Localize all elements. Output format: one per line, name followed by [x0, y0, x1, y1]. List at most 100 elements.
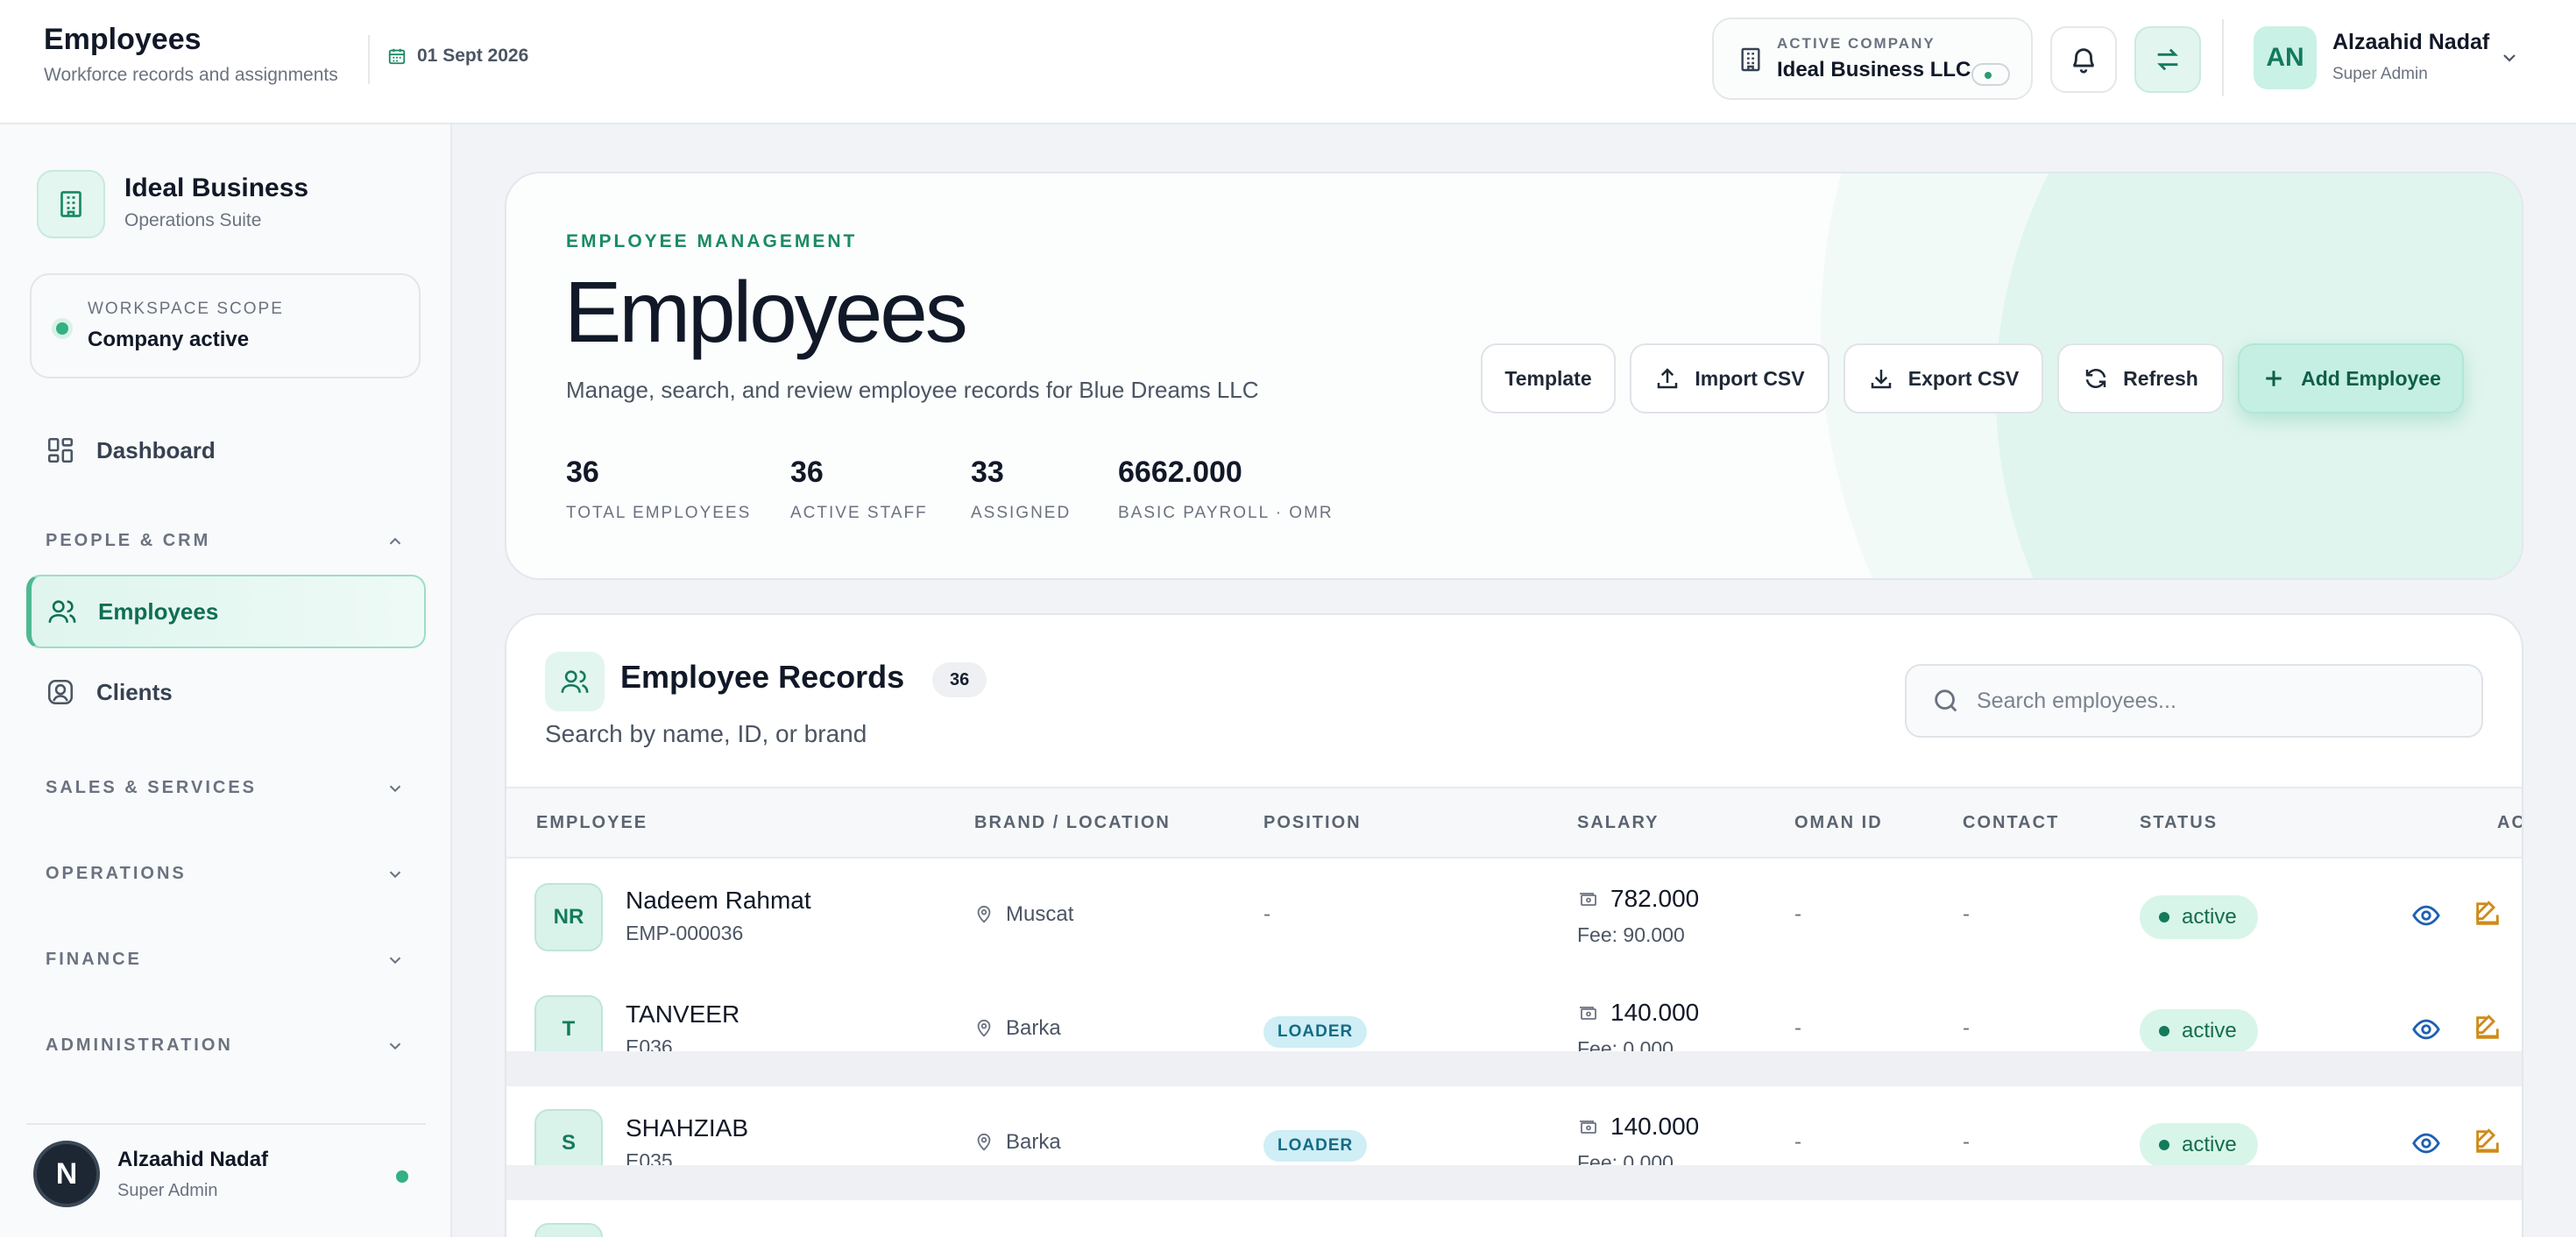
notifications-button[interactable] — [2050, 26, 2117, 93]
header-divider — [368, 35, 370, 84]
section-administration[interactable]: ADMINISTRATION — [46, 1036, 405, 1056]
column-header-status[interactable]: STATUS — [2140, 813, 2218, 833]
users-icon — [48, 600, 76, 623]
edit-icon[interactable] — [2473, 1013, 2502, 1043]
eye-icon[interactable] — [2411, 1128, 2441, 1158]
status-badge: active — [2140, 1123, 2258, 1167]
hero-description: Manage, search, and review employee reco… — [566, 377, 1259, 403]
footer-avatar[interactable]: N — [33, 1141, 100, 1207]
records-subtitle: Search by name, ID, or brand — [545, 720, 867, 747]
table-row[interactable]: NR Nadeem Rahmat EMP-000036 Muscat - 782… — [506, 860, 2522, 972]
sidebar-item-dashboard[interactable]: Dashboard — [26, 414, 426, 487]
export-csv-button[interactable]: Export CSV — [1844, 343, 2043, 414]
active-company-name: Ideal Business LLC — [1777, 58, 1971, 81]
employee-name[interactable]: TANVEER — [626, 1000, 740, 1028]
search-box[interactable] — [1905, 664, 2483, 738]
plus-icon — [2266, 371, 2282, 386]
chevron-down-icon — [389, 785, 401, 792]
section-sales-services[interactable]: SALES & SERVICES — [46, 778, 405, 798]
employee-salary: 782.000 — [1577, 885, 1699, 913]
chevron-down-icon — [389, 871, 401, 878]
search-input[interactable] — [1977, 688, 2467, 714]
location-text: Muscat — [1006, 902, 1074, 926]
swap-arrows-icon — [2157, 48, 2178, 71]
stat-label: TOTAL EMPLOYEES — [566, 504, 752, 522]
chevron-down-icon[interactable] — [2499, 47, 2520, 68]
row-separator — [506, 1165, 2522, 1200]
template-button[interactable]: Template — [1481, 343, 1616, 414]
top-header: Employees Workforce records and assignme… — [0, 0, 2576, 124]
employee-avatar — [534, 1223, 603, 1237]
sidebar-item-label: Dashboard — [96, 436, 216, 463]
map-pin-icon — [977, 905, 991, 923]
column-header-contact[interactable]: CONTACT — [1963, 813, 2059, 833]
brand-subtitle: Operations Suite — [124, 210, 262, 230]
eye-icon[interactable] — [2411, 901, 2441, 930]
section-operations[interactable]: OPERATIONS — [46, 864, 405, 884]
table-row[interactable]: T TANVEER E036 Barka LOADER 140.000 Fee:… — [506, 974, 2522, 1064]
company-toggle[interactable] — [1971, 63, 2010, 86]
employee-oman-id: - — [1794, 1016, 1801, 1040]
employee-name[interactable]: Nadeem Rahmat — [626, 887, 811, 915]
refresh-button[interactable]: Refresh — [2057, 343, 2224, 414]
scope-label: WORKSPACE SCOPE — [88, 300, 284, 318]
add-employee-button[interactable]: Add Employee — [2238, 343, 2464, 414]
employee-avatar: NR — [534, 883, 603, 951]
hero-kicker: EMPLOYEE MANAGEMENT — [566, 231, 858, 251]
upload-icon — [1658, 368, 1678, 389]
header-date-text: 01 Sept 2026 — [417, 46, 529, 66]
section-finance[interactable]: FINANCE — [46, 950, 405, 970]
user-name[interactable]: Alzaahid Nadaf — [2332, 30, 2489, 55]
edit-icon[interactable] — [2473, 899, 2502, 929]
download-icon — [1871, 370, 1891, 389]
employee-oman-id: - — [1794, 1130, 1801, 1154]
brand-name: Ideal Business — [124, 173, 309, 202]
column-header-actions[interactable]: AC — [2497, 813, 2522, 833]
row-separator — [506, 1051, 2522, 1086]
employee-position: - — [1263, 902, 1270, 926]
table-row[interactable]: S SHAHZIAB E035 Barka LOADER 140.000 Fee… — [506, 1088, 2522, 1177]
sidebar-item-clients[interactable]: Clients — [26, 655, 426, 729]
records-count-badge: 36 — [932, 662, 987, 697]
column-header-oman-id[interactable]: OMAN ID — [1794, 813, 1883, 833]
sidebar-item-employees[interactable]: Employees — [26, 575, 426, 648]
search-icon — [1935, 689, 1957, 712]
active-company-selector[interactable]: ACTIVE COMPANY Ideal Business LLC — [1712, 18, 2033, 100]
edit-icon[interactable] — [2473, 1127, 2502, 1156]
user-avatar[interactable]: AN — [2254, 26, 2317, 89]
section-label: SALES & SERVICES — [46, 778, 258, 797]
column-header-position[interactable]: POSITION — [1263, 813, 1362, 833]
stat-label: ACTIVE STAFF — [790, 504, 928, 522]
button-label: Add Employee — [2301, 366, 2441, 390]
salary-value: 140.000 — [1610, 1113, 1700, 1140]
employee-location: Muscat — [974, 902, 1073, 927]
header-date: 01 Sept 2026 — [387, 46, 528, 67]
import-csv-button[interactable]: Import CSV — [1630, 343, 1829, 414]
scope-status-dot — [56, 322, 68, 335]
online-status-dot — [396, 1170, 408, 1183]
dashboard-icon — [47, 437, 74, 463]
status-badge: active — [2140, 895, 2258, 939]
header-subtitle: Workforce records and assignments — [44, 65, 338, 85]
section-people-crm[interactable]: PEOPLE & CRM — [46, 531, 405, 551]
column-header-brand-location[interactable]: BRAND / LOCATION — [974, 813, 1171, 833]
users-icon — [561, 670, 589, 693]
column-header-employee[interactable]: EMPLOYEE — [536, 813, 648, 833]
salary-value: 782.000 — [1610, 885, 1700, 912]
employee-oman-id: - — [1794, 902, 1801, 926]
user-role: Super Admin — [2332, 65, 2428, 83]
building-icon — [1741, 47, 1760, 72]
table-row[interactable] — [506, 1202, 2522, 1237]
section-label: PEOPLE & CRM — [46, 531, 211, 550]
employee-salary: 140.000 — [1577, 999, 1699, 1027]
hero-card: EMPLOYEE MANAGEMENT Employees Manage, se… — [505, 172, 2523, 580]
switch-company-button[interactable] — [2134, 26, 2201, 93]
stat-label: BASIC PAYROLL · OMR — [1118, 504, 1334, 522]
column-header-salary[interactable]: SALARY — [1577, 813, 1659, 833]
active-company-label: ACTIVE COMPANY — [1777, 35, 1936, 52]
employee-name[interactable]: SHAHZIAB — [626, 1114, 748, 1142]
location-text: Barka — [1006, 1130, 1061, 1154]
employee-contact: - — [1963, 1016, 1970, 1040]
eye-icon[interactable] — [2411, 1014, 2441, 1044]
scope-value: Company active — [88, 328, 250, 351]
